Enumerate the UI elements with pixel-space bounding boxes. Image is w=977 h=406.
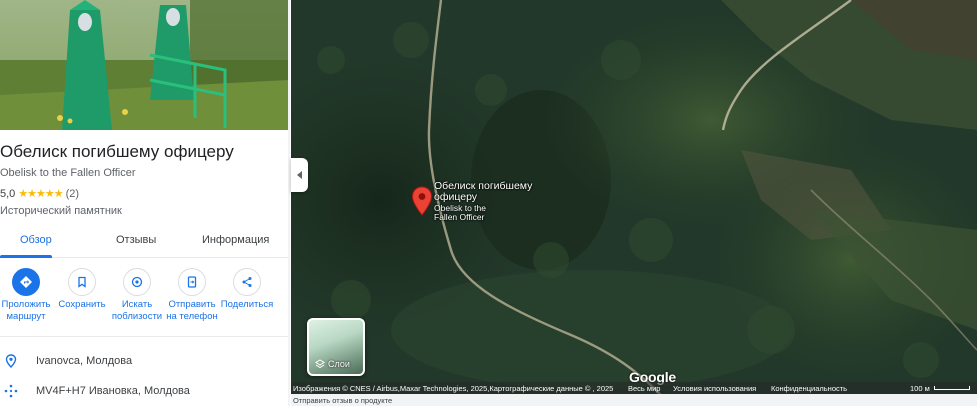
place-photo[interactable] [0,0,288,130]
send-to-phone-button[interactable]: Отправить на телефон [164,266,220,323]
satellite-map[interactable] [291,0,977,406]
rating-row: 5,0 ★★★★★ (2) [0,187,79,201]
search-nearby-button[interactable]: Искать поблизости [109,266,165,323]
panel-scrollbar[interactable] [288,0,290,406]
layers-icon [315,359,325,369]
country-link[interactable]: Весь мир [628,384,660,393]
send-to-phone-icon [178,268,206,296]
nearby-icon [123,268,151,296]
place-category[interactable]: Исторический памятник [0,205,122,217]
scale-control[interactable]: 100 м [910,382,970,394]
plus-code-text: MV4F+H7 Ивановка, Молдова [36,385,190,397]
save-button[interactable]: Сохранить [54,266,110,311]
privacy-link[interactable]: Конфиденциальность [771,384,847,393]
directions-icon [12,268,40,296]
marker-label[interactable]: Обелиск погибшему офицеру Obelisk to the… [434,181,544,222]
place-title: Обелиск погибшему офицеру [0,142,234,161]
plus-code-icon [0,384,22,398]
collapse-panel-button[interactable] [291,158,308,192]
tab-reviews[interactable]: Отзывы [116,234,156,246]
scale-bar [933,386,970,390]
rating-value: 5,0 [0,187,16,200]
share-button[interactable]: Поделиться [219,266,275,311]
place-marker-icon[interactable] [411,186,433,216]
terms-link[interactable]: Условия использования [673,384,756,393]
send-to-phone-label: Отправить на телефон [166,299,218,322]
tab-info[interactable]: Информация [202,234,269,246]
marker-subtitle: Obelisk to the Fallen Officer [434,203,486,222]
save-label: Сохранить [58,299,106,310]
divider [0,336,288,337]
search-nearby-label: Искать поблизости [111,299,163,322]
tab-bar: Обзор Отзывы Информация [0,226,288,258]
maps-app: Обелиск погибшему офицеру Obelisk to the… [0,0,977,406]
feedback-link[interactable]: Отправить отзыв о продукте [293,396,392,405]
marker-title: Обелиск погибшему офицеру [434,180,533,203]
scale-label: 100 м [910,383,930,393]
address-text: Ivanovca, Молдова [36,355,133,367]
place-panel: Обелиск погибшему офицеру Obelisk to the… [0,0,290,406]
directions-label: Проложить маршрут [1,299,51,322]
layers-label: Слои [328,359,350,369]
attribution-bar: Изображения © CNES / Airbus,Maxar Techno… [291,382,977,394]
feedback-bar: Отправить отзыв о продукте [291,394,977,406]
active-tab-indicator [0,255,52,258]
imagery-attribution: Изображения © CNES / Airbus,Maxar Techno… [293,383,614,393]
tab-overview[interactable]: Обзор [20,234,52,246]
plus-code-row[interactable]: MV4F+H7 Ивановка, Молдова [0,378,288,404]
layers-label-group: Слои [315,359,350,369]
bookmark-icon [68,268,96,296]
action-row: Проложить маршрут Сохранить Искать побли… [0,266,288,332]
share-icon [233,268,261,296]
place-subtitle: Obelisk to the Fallen Officer [0,167,136,179]
share-label: Поделиться [220,299,274,310]
satellite-imagery [291,0,977,406]
layers-button[interactable]: Слои [307,318,365,376]
location-pin-icon [0,354,22,368]
directions-button[interactable]: Проложить маршрут [0,266,54,323]
chevron-left-icon [296,171,302,179]
review-count-link[interactable]: (2) [66,188,79,200]
rating-stars-icon: ★★★★★ [18,188,63,200]
address-row[interactable]: Ivanovca, Молдова [0,348,288,374]
